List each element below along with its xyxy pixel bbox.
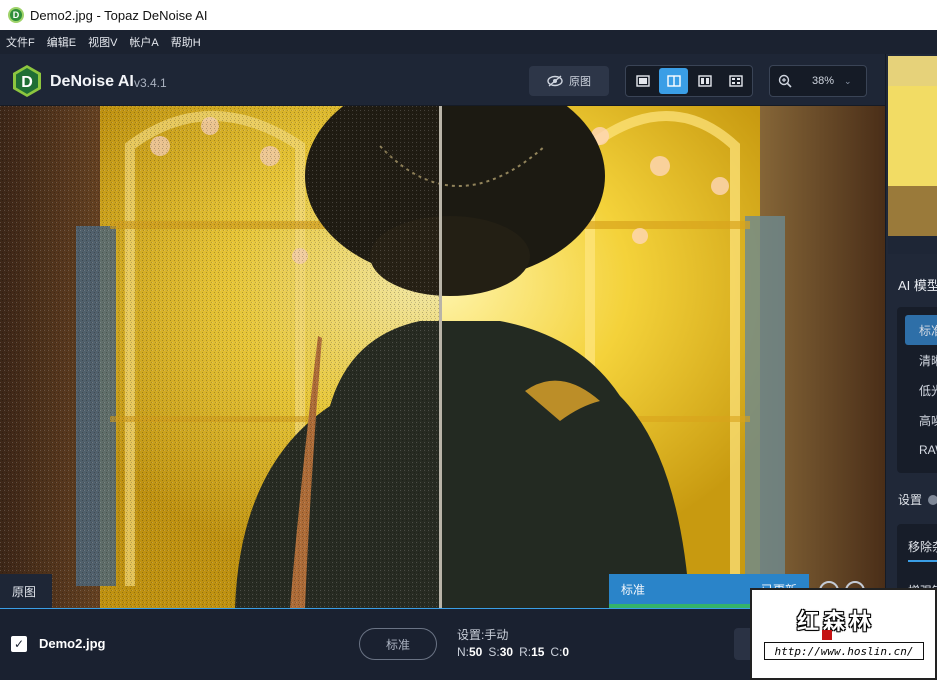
original-side-label: 原图: [0, 574, 52, 608]
side-by-side-icon: [697, 75, 712, 87]
menu-help[interactable]: 帮助H: [171, 34, 201, 50]
stat-noise: N:50: [457, 645, 483, 659]
settings-values: N:50 S:30 R:15 C:0: [457, 645, 569, 659]
preview-photo: [0, 106, 885, 608]
right-panel: AI 模型 标准 清晰 低光 高噪 RAW 设置 移除杂 增强锐: [885, 54, 937, 680]
model-low-light[interactable]: 低光: [897, 375, 937, 405]
file-checkbox[interactable]: ✓: [11, 636, 27, 652]
chevron-down-icon: ⌄: [844, 75, 852, 86]
help-icon[interactable]: [928, 494, 937, 505]
split-view-button[interactable]: [659, 68, 688, 94]
menu-view[interactable]: 视图V: [88, 34, 117, 50]
grid-view-button[interactable]: [721, 68, 750, 94]
watermark-title: 红森林: [797, 609, 876, 634]
remove-noise-label: 移除杂: [908, 540, 937, 554]
ai-model-title: AI 模型: [898, 278, 937, 293]
split-view-icon: [666, 75, 681, 87]
menu-bar: 文件F 编辑E 视图V 帐户A 帮助H: [0, 30, 937, 54]
single-view-button[interactable]: [628, 68, 657, 94]
grid-view-icon: [728, 75, 743, 87]
header-toolbar: D DeNoise AI v3.4.1 原图 38% ⌄: [0, 54, 885, 106]
settings-header: 设置: [898, 491, 937, 508]
app-logo-icon: D: [8, 7, 24, 23]
original-button-label: 原图: [569, 76, 591, 88]
stat-sharpen: S:30: [488, 645, 514, 659]
watermark-url: http://www.hoslin.cn/: [764, 642, 924, 660]
watermark: 红森林 http://www.hoslin.cn/: [750, 588, 937, 680]
model-severe-noise[interactable]: 高噪: [897, 405, 937, 435]
menu-edit[interactable]: 编辑E: [47, 34, 76, 50]
processed-model-name: 标准: [621, 582, 646, 597]
menu-account[interactable]: 帐户A: [129, 34, 158, 50]
view-mode-group: [625, 65, 753, 97]
denoise-logo-icon: D: [13, 65, 41, 97]
zoom-value: 38%: [812, 75, 835, 87]
zoom-control[interactable]: 38% ⌄: [769, 65, 867, 97]
brand-version: v3.4.1: [134, 76, 167, 90]
menu-file[interactable]: 文件F: [6, 34, 35, 50]
svg-text:D: D: [21, 74, 33, 91]
eye-off-icon: [547, 75, 563, 87]
stat-color: C:0: [550, 645, 570, 659]
model-select-button[interactable]: 标准: [359, 628, 437, 660]
model-raw[interactable]: RAW: [897, 435, 937, 465]
stat-recover: R:15: [519, 645, 545, 659]
window-title: Demo2.jpg - Topaz DeNoise AI: [30, 7, 208, 23]
settings-label: 设置: [898, 493, 923, 507]
title-bar: D Demo2.jpg - Topaz DeNoise AI: [0, 0, 937, 30]
model-standard[interactable]: 标准: [905, 315, 937, 345]
zoom-in-icon: [778, 74, 792, 88]
watermark-mark: [822, 630, 832, 640]
navigator-thumbnail[interactable]: [888, 56, 937, 254]
settings-mode: 设置:手动: [457, 628, 509, 642]
original-toggle-button[interactable]: 原图: [529, 66, 609, 96]
remove-noise-slider[interactable]: [908, 560, 937, 562]
model-list: 标准 清晰 低光 高噪 RAW: [897, 307, 937, 473]
single-view-icon: [635, 75, 650, 87]
side-by-side-button[interactable]: [690, 68, 719, 94]
model-clear[interactable]: 清晰: [897, 345, 937, 375]
file-name: Demo2.jpg: [39, 636, 106, 651]
brand-name: DeNoise AI: [50, 73, 134, 90]
image-preview[interactable]: [0, 106, 885, 608]
